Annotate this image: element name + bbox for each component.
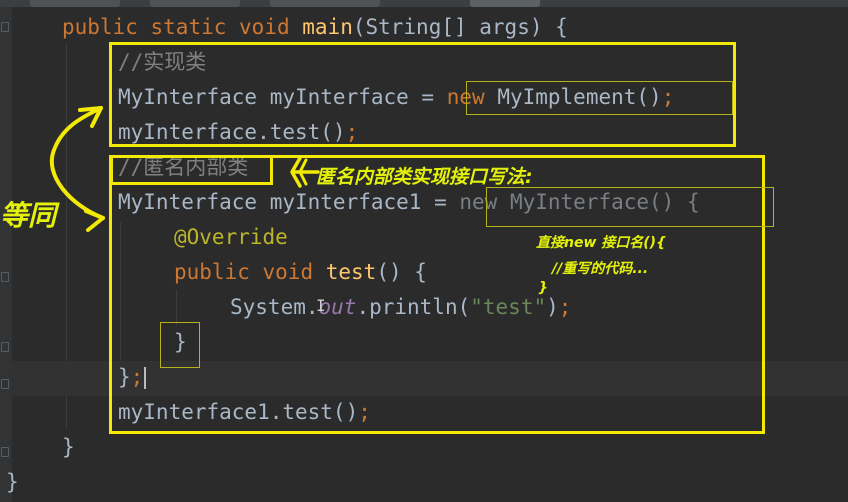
- highlight-box-inner-brace: [160, 322, 200, 368]
- editor-tab-active[interactable]: [470, 0, 540, 7]
- arrow-head-up-icon: [78, 106, 103, 128]
- code-line-main[interactable]: public static void main(String[] args) {: [62, 10, 568, 45]
- equal-arrow-icon: [49, 106, 105, 220]
- anon-class-title-note: 匿名内部类实现接口写法:: [316, 166, 533, 188]
- highlight-box-new-implement: [466, 81, 733, 115]
- editor-tab[interactable]: [150, 0, 240, 7]
- syntax-note-line-3: }: [538, 280, 548, 296]
- syntax-note-line-1: 直接new 接口名(){: [536, 235, 667, 251]
- fold-marker-icon[interactable]: [1, 342, 9, 352]
- editor-tab-strip: [0, 0, 848, 7]
- fold-marker-icon[interactable]: [1, 22, 9, 32]
- syntax-note-line-2: //重写的代码...: [552, 261, 649, 277]
- highlight-box-new-interface: [486, 187, 774, 227]
- fold-marker-icon[interactable]: [1, 379, 9, 389]
- editor-gutter: [0, 7, 12, 502]
- highlight-box-comment: [110, 155, 273, 185]
- arrow-head-down-icon: [84, 209, 105, 232]
- fold-marker-icon[interactable]: [1, 447, 9, 457]
- code-line-close-class[interactable]: }: [6, 465, 19, 500]
- code-line-close-main[interactable]: }: [62, 430, 75, 465]
- editor-tab[interactable]: [30, 0, 120, 7]
- editor-tab[interactable]: [270, 0, 380, 7]
- equal-label: 等同: [0, 199, 57, 232]
- fold-marker-icon[interactable]: [1, 272, 9, 282]
